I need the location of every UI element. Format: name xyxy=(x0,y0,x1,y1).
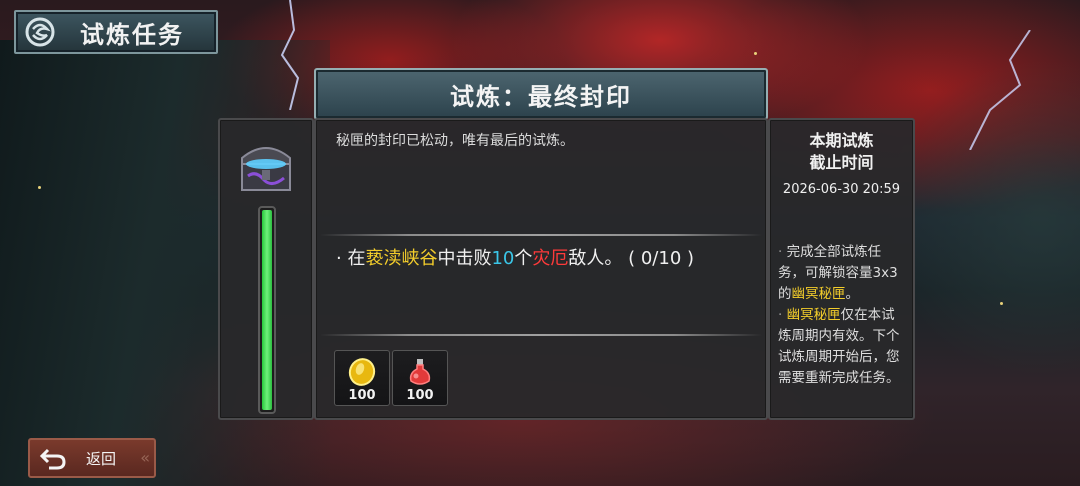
trial-title: 试炼：最终封印 xyxy=(450,82,632,111)
deadline-heading-line1: 本期试炼 xyxy=(809,131,874,150)
info-highlight: 幽冥秘匣 xyxy=(786,307,841,323)
quest-panel: 秘匣的封印已松动，唯有最后的试炼。 · 在亵渎峡谷中击败10个灾厄敌人。 ( 0… xyxy=(314,118,768,420)
red-potion-icon xyxy=(404,357,436,387)
swirl-emblem-icon xyxy=(20,12,60,52)
task-bullet: · xyxy=(336,248,342,269)
task-location: 亵渎峡谷 xyxy=(365,248,438,269)
reward-amount: 100 xyxy=(406,388,434,403)
trial-banner: 试炼：最终封印 xyxy=(314,68,768,120)
trial-info-text: · 完成全部试炼任务，可解锁容量3x3的幽冥秘匣。 · 幽冥秘匣仅在本试炼周期内… xyxy=(778,242,907,389)
quest-description: 秘匣的封印已松动，唯有最后的试炼。 xyxy=(336,133,574,149)
return-arrow-icon xyxy=(38,443,68,473)
divider xyxy=(320,334,762,336)
screen-title: 试炼任务 xyxy=(80,20,184,49)
info-text: 。 xyxy=(845,286,860,302)
gold-coin-icon xyxy=(346,357,378,387)
trial-progress-bar xyxy=(258,206,276,414)
back-button[interactable]: 返回 « xyxy=(28,438,156,478)
info-line-2: · 幽冥秘匣仅在本试炼周期内有效。下个试炼周期开始后，您需要重新完成任务。 xyxy=(778,307,900,386)
task-unit: 个 xyxy=(514,248,533,269)
lightning-bolt-right xyxy=(969,30,1031,150)
reward-slot-gold[interactable]: 100 xyxy=(334,350,390,406)
divider xyxy=(320,234,762,236)
info-line-1: · 完成全部试炼任务，可解锁容量3x3的幽冥秘匣。 xyxy=(778,244,898,302)
lightning-bolt-left xyxy=(280,0,300,110)
screen-title-tab: 试炼任务 xyxy=(14,10,218,54)
deadline-datetime: 2026-06-30 20:59 xyxy=(782,182,901,197)
task-progress: ( 0/10 ) xyxy=(628,248,695,269)
deadline-heading-line2: 截止时间 xyxy=(809,153,874,172)
task-count: 10 xyxy=(491,248,515,269)
reward-amount: 100 xyxy=(348,388,376,403)
info-highlight: 幽冥秘匣 xyxy=(791,286,846,302)
task-suffix: 敌人。 xyxy=(568,248,623,269)
task-prefix: 在 xyxy=(347,248,366,269)
back-button-label: 返回 xyxy=(86,449,117,468)
quest-task: · 在亵渎峡谷中击败10个灾厄敌人。 ( 0/10 ) xyxy=(336,244,694,270)
task-enemy: 灾厄 xyxy=(532,248,569,269)
deadline-panel: 本期试炼 截止时间 2026-06-30 20:59 · 完成全部试炼任务，可解… xyxy=(768,118,915,420)
chevron-left-icon: « xyxy=(140,448,150,467)
spark xyxy=(754,52,757,55)
treasure-chest-icon xyxy=(234,136,298,196)
spark xyxy=(1000,302,1003,305)
deadline-heading: 本期试炼 截止时间 xyxy=(770,130,913,174)
reward-slot-potion[interactable]: 100 xyxy=(392,350,448,406)
spark xyxy=(38,186,41,189)
task-mid: 中击败 xyxy=(437,248,492,269)
trial-progress-fill xyxy=(262,210,272,410)
progress-panel xyxy=(218,118,314,420)
